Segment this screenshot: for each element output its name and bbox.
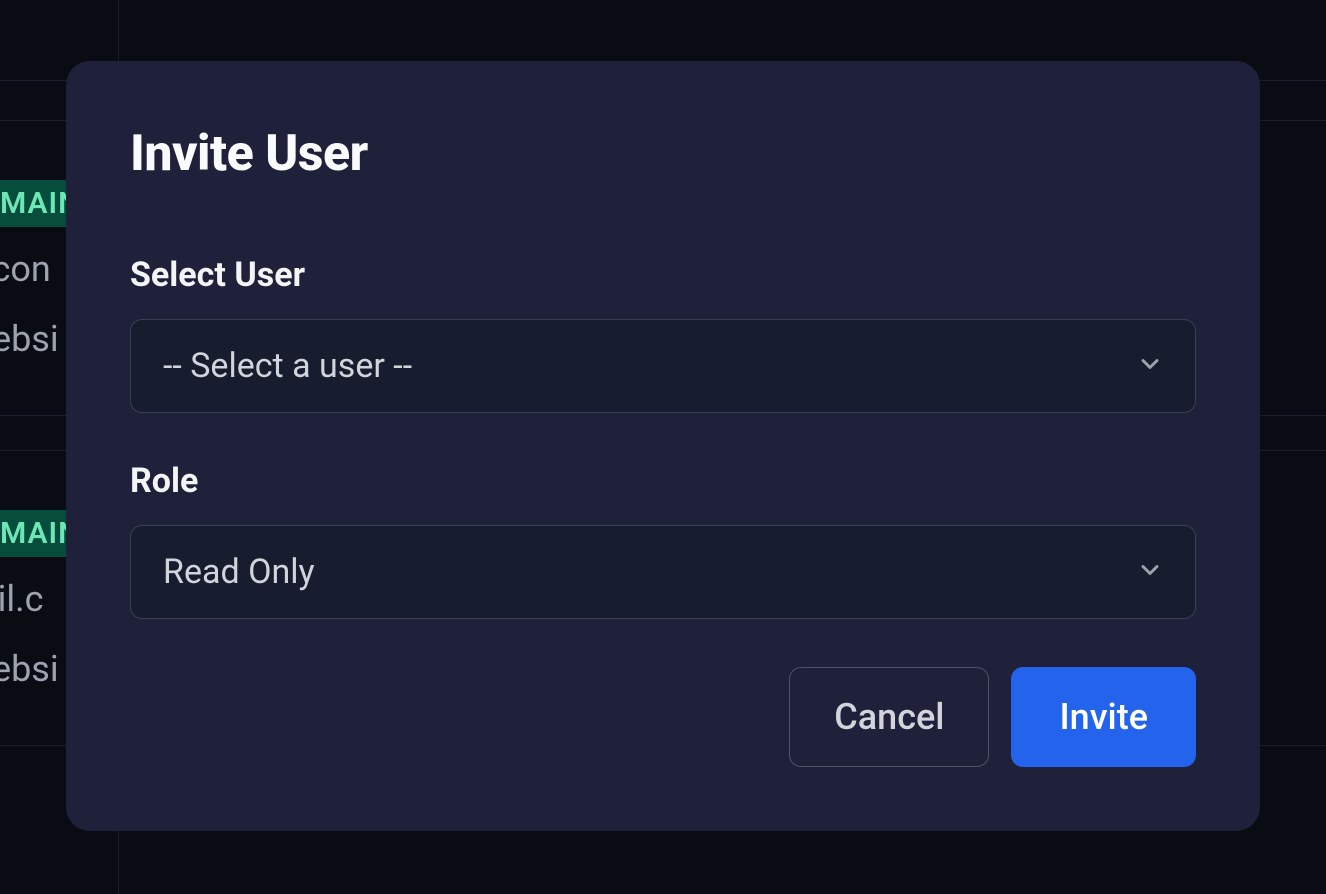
modal-title: Invite User: [130, 125, 1196, 183]
user-form-group: Select User -- Select a user --: [130, 255, 1196, 413]
role-select-wrapper: Read Only: [130, 525, 1196, 619]
user-select[interactable]: -- Select a user --: [130, 319, 1196, 413]
bg-text-fragment: ebsi: [0, 648, 59, 690]
invite-button[interactable]: Invite: [1011, 667, 1196, 767]
bg-text-fragment: ebsi: [0, 318, 59, 360]
cancel-button[interactable]: Cancel: [789, 667, 989, 767]
bg-text-fragment: ail.c: [0, 578, 43, 620]
invite-user-modal: Invite User Select User -- Select a user…: [66, 61, 1260, 831]
role-form-group: Role Read Only: [130, 461, 1196, 619]
role-select[interactable]: Read Only: [130, 525, 1196, 619]
user-select-wrapper: -- Select a user --: [130, 319, 1196, 413]
role-select-label: Role: [130, 461, 1196, 501]
modal-footer: Cancel Invite: [130, 667, 1196, 767]
bg-text-fragment: .con: [0, 248, 51, 290]
user-select-label: Select User: [130, 255, 1196, 295]
